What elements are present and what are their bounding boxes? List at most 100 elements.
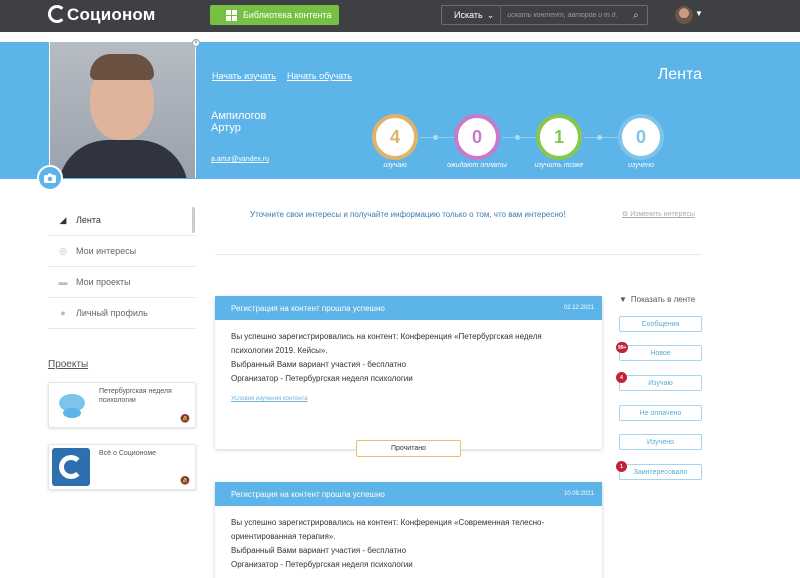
top-navigation-bar: Соционом Библиотека контента Искать ⌄ ⌕ …: [0, 0, 800, 32]
feed-card-header: Регистрация на контент прошла успешно 10…: [215, 482, 602, 506]
start-teaching-link[interactable]: Начать обучать: [287, 71, 352, 81]
socionom-logo-mark: [59, 455, 83, 479]
feed-card: Регистрация на контент прошла успешно 10…: [215, 482, 602, 578]
project-name: Всё о Социономе: [99, 450, 157, 457]
filter-unpaid-button[interactable]: Не оплачено: [619, 405, 702, 421]
photo-hair-shape: [90, 54, 154, 80]
sidebar-item-feed[interactable]: ◢ Лента: [48, 205, 196, 236]
folder-icon: ▬: [58, 277, 68, 287]
stat-awaiting-payment-label: ожидают оплаты: [447, 162, 507, 169]
stat-connector-dot: [515, 135, 520, 140]
feed-card-text-line: Организатор - Петербургская неделя психо…: [231, 560, 413, 569]
feed-card-body: Вы успешно зарегистрировались на контент…: [215, 506, 602, 572]
grid-icon: [226, 9, 237, 21]
stat-studied-value: 0: [635, 126, 646, 147]
stat-study-later-value: 1: [553, 126, 564, 147]
sidebar-menu: ◢ Лента ◎ Мои интересы ▬ Мои проекты ● Л…: [48, 205, 196, 329]
divider: [215, 254, 701, 255]
user-menu-chevron-icon[interactable]: ▼: [695, 9, 703, 18]
stat-studied[interactable]: 0: [618, 114, 664, 160]
filter-label: Изучено: [647, 438, 674, 446]
stat-study-later[interactable]: 1: [536, 114, 582, 160]
user-first-name: Артур: [211, 122, 241, 134]
stat-awaiting-payment-value: 0: [471, 126, 482, 147]
filter-label: Не оплачено: [639, 409, 682, 417]
page-title: Лента: [657, 66, 702, 83]
sidebar-scrollbar[interactable]: [192, 207, 195, 233]
feed-card-text-line: Вы успешно зарегистрировались на контент…: [231, 518, 545, 527]
sidebar-item-profile[interactable]: ● Личный профиль: [48, 298, 196, 329]
filter-messages-button[interactable]: Сообщения: [619, 316, 702, 332]
content-terms-link[interactable]: Условия изучения контента: [231, 392, 586, 406]
filter-label: Новое: [650, 349, 671, 357]
search-icon[interactable]: ⌕: [633, 10, 647, 21]
feed-card-header: Регистрация на контент прошла успешно 02…: [215, 296, 602, 320]
logo[interactable]: Соционом: [48, 5, 156, 25]
change-interests-link[interactable]: ⚙ Изменить интересы: [622, 210, 695, 218]
stat-studying-label: изучаю: [383, 162, 407, 169]
feed-card-title: Регистрация на контент прошла успешно: [231, 489, 385, 499]
feed-card-text-line: психологии 2019. Кейсы».: [231, 346, 328, 355]
filter-label: Заинтересовало: [633, 468, 688, 476]
logo-mark-icon: [48, 5, 66, 23]
count-badge: 99+: [616, 342, 629, 353]
change-interests-label: Изменить интересы: [630, 211, 695, 218]
filter-new-button[interactable]: 99+ Новое: [616, 342, 702, 361]
project-card[interactable]: Всё о Социономе 🔕: [48, 444, 196, 490]
users-icon: ●: [60, 308, 66, 318]
sidebar-item-label: Мои интересы: [76, 246, 137, 256]
sidebar-item-interests[interactable]: ◎ Мои интересы: [48, 236, 196, 267]
feed-card-date: 10.09.2021: [563, 491, 594, 497]
feed-filter-label: Показать в ленте: [630, 295, 696, 304]
filter-icon: ▼: [619, 295, 627, 304]
bell-off-icon[interactable]: 🔕: [180, 414, 190, 423]
logo-text: Соционом: [67, 5, 156, 24]
feed-filter-title: ▼ Показать в ленте: [619, 295, 695, 304]
mark-read-button[interactable]: Прочитано: [356, 440, 461, 457]
feed-card-text-line: Выбранный Вами вариант участия - бесплат…: [231, 546, 407, 555]
gear-icon: ⚙: [622, 211, 631, 218]
stat-connector-dot: [597, 135, 602, 140]
search-type-select[interactable]: Искать ⌄: [442, 6, 502, 24]
stat-connector: [502, 137, 538, 138]
user-name: Ампилогов Артур: [211, 110, 266, 134]
feed-card-title: Регистрация на контент прошла успешно: [231, 303, 385, 313]
stat-connector-dot: [433, 135, 438, 140]
search-input[interactable]: [501, 11, 633, 19]
filter-interested-button[interactable]: 1 Заинтересовало: [616, 461, 702, 480]
stat-studying-value: 4: [389, 126, 400, 147]
stat-awaiting-payment[interactable]: 0: [454, 114, 500, 160]
user-last-name: Ампилогов: [211, 110, 267, 122]
chevron-down-icon: ⌄: [486, 9, 495, 20]
bell-off-icon[interactable]: 🔕: [180, 476, 190, 485]
sidebar-item-label: Личный профиль: [76, 308, 148, 318]
sidebar-item-projects[interactable]: ▬ Мои проекты: [48, 267, 196, 298]
filter-studying-button[interactable]: 4 Изучаю: [616, 372, 702, 391]
feed-card-text-line: Выбранный Вами вариант участия - бесплат…: [231, 360, 407, 369]
projects-title[interactable]: Проекты: [48, 359, 88, 370]
search-box: Искать ⌄ ⌕: [441, 5, 648, 25]
filter-studied-button[interactable]: Изучено: [619, 434, 702, 450]
camera-icon[interactable]: [37, 165, 63, 191]
photo-body-shape: [58, 140, 188, 178]
feed-card-body: Вы успешно зарегистрировались на контент…: [215, 320, 602, 406]
project-name: Петербургская неделя психологии: [99, 388, 172, 404]
stat-connector: [584, 137, 620, 138]
stat-studying[interactable]: 4: [372, 114, 418, 160]
start-learning-link[interactable]: Начать изучать: [212, 71, 276, 81]
socionom-logo-icon: [52, 448, 90, 486]
filter-label: Сообщения: [641, 320, 680, 328]
profile-photo: [49, 42, 196, 178]
content-library-label: Библиотека контента: [243, 10, 332, 20]
filter-label: Изучаю: [648, 379, 673, 387]
feed-card-text-line: Вы успешно зарегистрировались на контент…: [231, 332, 542, 341]
interests-prompt: Уточните свои интересы и получайте инфор…: [250, 210, 566, 219]
project-card[interactable]: Петербургская неделя психологии 🔕: [48, 382, 196, 428]
user-avatar[interactable]: [675, 6, 693, 24]
remove-photo-icon[interactable]: ×: [192, 39, 200, 47]
content-library-button[interactable]: Библиотека контента: [210, 5, 339, 25]
feed-card-date: 02.12.2021: [563, 305, 594, 311]
chat-bubbles-icon: [59, 394, 85, 418]
user-email[interactable]: a.artur@yandex.ru: [211, 156, 269, 163]
sidebar-item-label: Мои проекты: [76, 277, 131, 287]
